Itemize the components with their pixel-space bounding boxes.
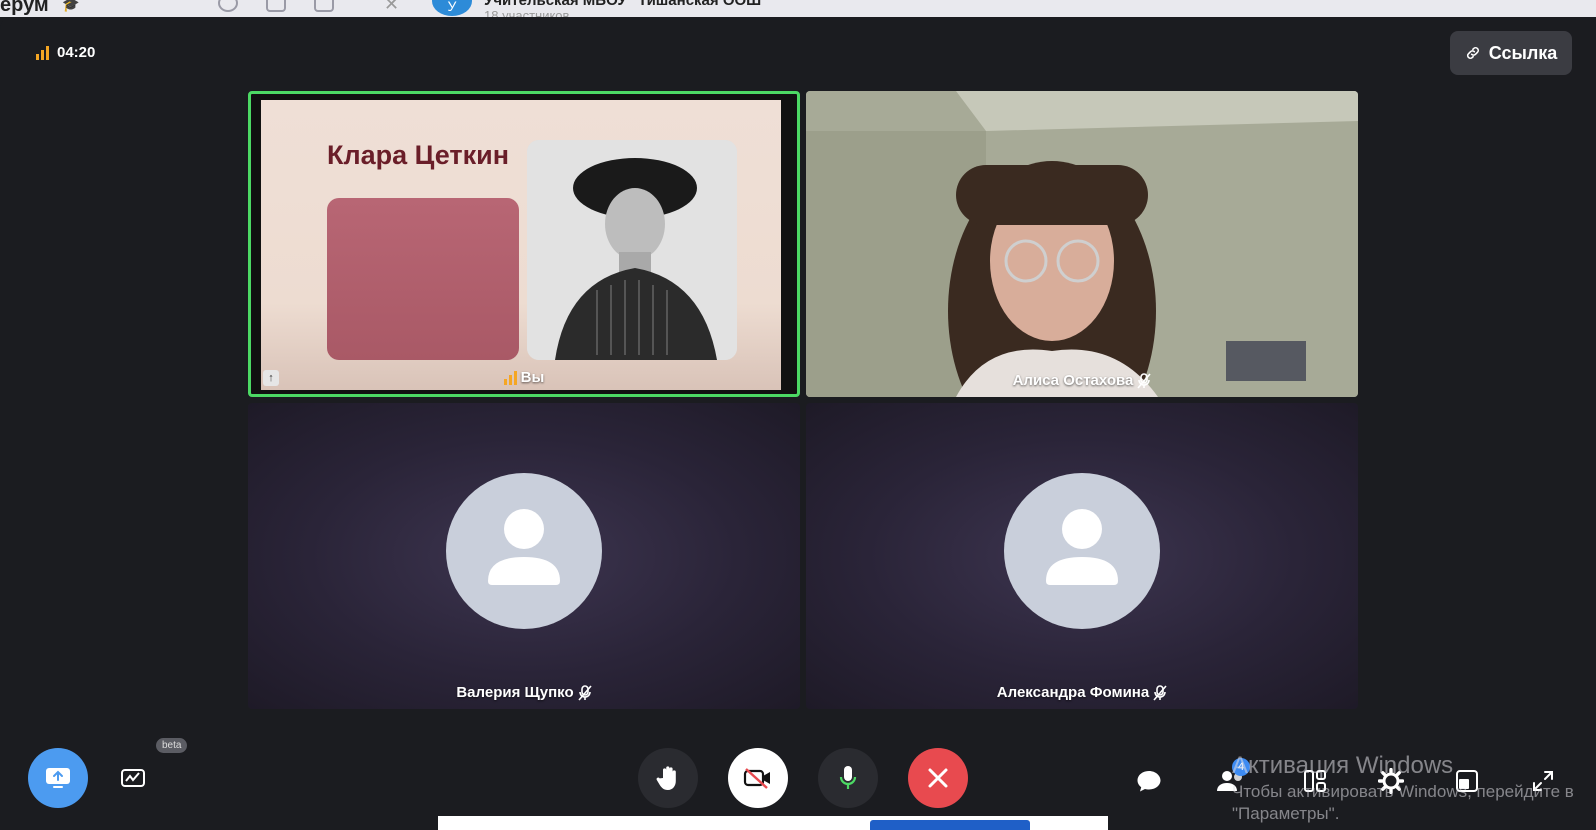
copy-link-button[interactable]: Ссылка: [1450, 31, 1572, 75]
mic-muted-icon: [578, 684, 592, 701]
camera-toggle-button[interactable]: [728, 748, 788, 808]
close-icon[interactable]: ✕: [384, 0, 399, 15]
mic-muted-icon: [1153, 684, 1167, 701]
edit-icon[interactable]: [314, 0, 334, 12]
participant-name: Алиса Остахова: [1012, 372, 1134, 389]
user-icon: [488, 509, 560, 585]
close-icon: [928, 768, 948, 788]
slide-title: Клара Цеткин: [327, 140, 510, 170]
camera-off-icon: [743, 768, 770, 789]
tile-alisa[interactable]: Алиса Остахова: [806, 91, 1358, 397]
watermark-line2: Чтобы активировать Windows, перейдите в: [1232, 782, 1574, 801]
tile-alexandra[interactable]: Александра Фомина: [806, 403, 1358, 709]
shared-slide: Клара Цеткин: [261, 100, 781, 390]
slide-placeholder-box: [327, 198, 519, 360]
background-window-header: ерум 🎓 ✕ У Учительская МБОУ "Тишанская О…: [0, 0, 1596, 17]
chat-subtitle: 18 участников: [484, 8, 570, 17]
tile-name-valeria: Валерия Щупко: [248, 684, 800, 701]
tile-name-self: Вы: [251, 369, 797, 386]
mic-muted-icon: [1137, 372, 1152, 389]
copy-link-label: Ссылка: [1488, 42, 1558, 63]
watermark-line3: "Параметры".: [1232, 804, 1340, 823]
microphone-button[interactable]: [818, 748, 878, 808]
graduation-cap-icon: 🎓: [62, 0, 80, 12]
screen-share-button[interactable]: [28, 748, 88, 808]
tile-name-alisa: Алиса Остахова: [806, 372, 1358, 389]
screen-share-icon: [46, 768, 70, 788]
chat-avatar: У: [432, 0, 472, 16]
avatar: [1004, 473, 1160, 629]
call-window: 04:20 Ссылка Клара Цеткин ↑ Вы Алиса Ост…: [0, 17, 1596, 830]
link-icon: [1466, 46, 1479, 60]
chat-bubble-icon: [1137, 771, 1161, 792]
windows-activation-watermark: Активация Windows Чтобы активировать Win…: [1232, 752, 1574, 824]
end-call-button[interactable]: [908, 748, 968, 808]
signal-icon: [503, 370, 517, 385]
underlying-window-edge: [438, 816, 1108, 830]
avatar: [446, 473, 602, 629]
underlying-blue-button: [870, 820, 1030, 830]
timer-text: 04:20: [57, 44, 96, 61]
chat-button[interactable]: [1130, 762, 1168, 800]
user-icon: [1046, 509, 1118, 585]
slide-portrait-image: [527, 140, 737, 360]
call-timer: 04:20: [36, 44, 95, 61]
participant-name: Валерия Щупко: [456, 684, 574, 701]
participant-name: Александра Фомина: [996, 684, 1150, 701]
hand-icon: [656, 766, 676, 790]
participant-name: Вы: [520, 369, 545, 386]
signal-icon: [36, 45, 49, 60]
phone-icon[interactable]: [218, 0, 238, 12]
microphone-icon: [839, 766, 857, 789]
watermark-line1: Активация Windows: [1232, 752, 1454, 779]
camera-feed: [806, 91, 1358, 397]
tile-valeria[interactable]: Валерия Щупко: [248, 403, 800, 709]
app-name: ерум: [0, 0, 49, 16]
tile-name-alexandra: Александра Фомина: [806, 684, 1358, 701]
tile-self[interactable]: Клара Цеткин ↑ Вы: [248, 91, 800, 397]
whiteboard-button[interactable]: [114, 758, 154, 798]
whiteboard-icon: [121, 769, 145, 787]
raise-hand-button[interactable]: [638, 748, 698, 808]
archive-icon[interactable]: [266, 0, 286, 12]
beta-badge: beta: [156, 738, 188, 753]
